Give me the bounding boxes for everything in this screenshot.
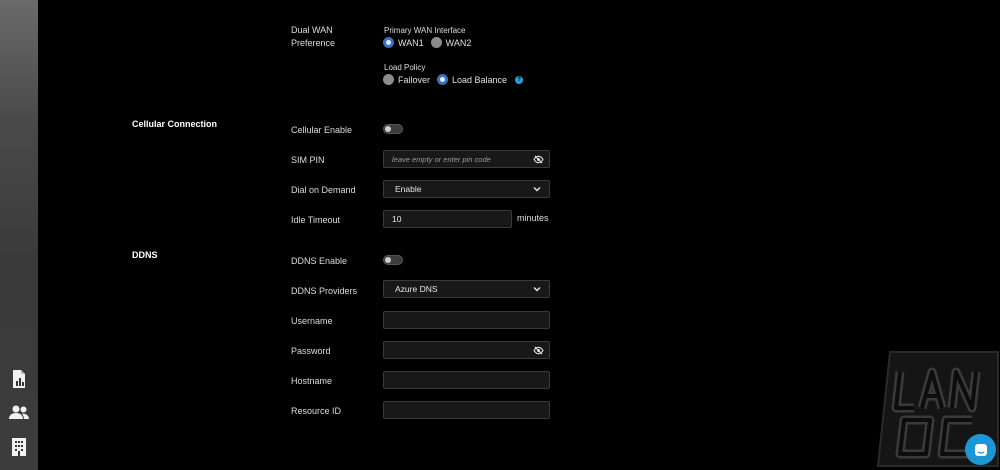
- primary-wan-interface-label: Primary WAN Interface: [384, 26, 466, 35]
- wan2-radio[interactable]: WAN2: [430, 37, 472, 48]
- wan2-radio-label: WAN2: [445, 37, 472, 48]
- eye-slash-icon[interactable]: [533, 155, 544, 164]
- failover-radio-dot[interactable]: [383, 74, 394, 85]
- password-label: Password: [291, 346, 331, 356]
- building-icon[interactable]: [8, 436, 30, 458]
- report-chart-icon[interactable]: [8, 368, 30, 390]
- failover-radio-label: Failover: [398, 74, 431, 85]
- cellular-enable-label: Cellular Enable: [291, 125, 353, 135]
- chat-icon: [974, 443, 987, 456]
- ddns-providers-label: DDNS Providers: [291, 286, 358, 296]
- wan2-radio-dot[interactable]: [430, 37, 442, 48]
- wan1-radio-label: WAN1: [398, 37, 424, 48]
- load-balance-radio-label: Load Balance: [452, 74, 508, 85]
- dual-wan-label: Dual WAN Preference: [291, 25, 336, 48]
- sim-pin-label: SIM PIN: [291, 155, 325, 165]
- cellular-enable-toggle[interactable]: [383, 124, 403, 134]
- password-input[interactable]: [383, 341, 550, 359]
- username-label: Username: [291, 316, 333, 326]
- primary-wan-radio-group: WAN1 WAN2: [383, 37, 478, 48]
- toggle-knob: [385, 257, 391, 263]
- wan1-radio-dot[interactable]: [383, 37, 394, 48]
- dial-on-demand-value: Enable: [395, 184, 422, 194]
- hostname-input[interactable]: [383, 371, 550, 389]
- idle-timeout-unit: minutes: [517, 213, 549, 223]
- wan1-radio[interactable]: WAN1: [383, 37, 424, 48]
- dial-on-demand-select[interactable]: Enable: [383, 180, 550, 198]
- users-icon[interactable]: [8, 402, 30, 424]
- resource-id-input[interactable]: [383, 401, 550, 419]
- toggle-knob: [385, 126, 391, 132]
- load-policy-label: Load Policy: [384, 63, 426, 72]
- cellular-section-title: Cellular Connection: [132, 119, 218, 129]
- sim-pin-input[interactable]: leave empty or enter pin code: [383, 150, 550, 168]
- chevron-down-icon: [533, 187, 541, 192]
- idle-timeout-value: 10: [392, 214, 402, 224]
- ddns-section-title: DDNS: [132, 250, 158, 260]
- failover-radio[interactable]: Failover: [383, 74, 430, 85]
- hostname-label: Hostname: [291, 376, 333, 386]
- dial-on-demand-label: Dial on Demand: [291, 185, 356, 195]
- ddns-providers-select[interactable]: Azure DNS: [383, 280, 550, 298]
- ddns-enable-label: DDNS Enable: [291, 256, 348, 266]
- load-policy-radio-group: Failover Load Balance ?: [383, 74, 524, 85]
- sidebar: [0, 0, 38, 470]
- resource-id-label: Resource ID: [291, 406, 342, 416]
- ddns-enable-toggle[interactable]: [383, 255, 403, 265]
- help-icon[interactable]: ?: [515, 75, 524, 84]
- sim-pin-placeholder: leave empty or enter pin code: [392, 154, 491, 164]
- username-input[interactable]: [383, 311, 550, 329]
- idle-timeout-label: Idle Timeout: [291, 215, 341, 225]
- load-balance-radio[interactable]: Load Balance: [437, 74, 507, 85]
- idle-timeout-input[interactable]: 10: [383, 210, 512, 228]
- load-balance-radio-dot[interactable]: [437, 74, 449, 85]
- eye-slash-icon[interactable]: [533, 346, 544, 355]
- chevron-down-icon: [533, 287, 541, 292]
- ddns-provider-value: Azure DNS: [395, 284, 438, 294]
- chat-support-button[interactable]: [965, 434, 996, 465]
